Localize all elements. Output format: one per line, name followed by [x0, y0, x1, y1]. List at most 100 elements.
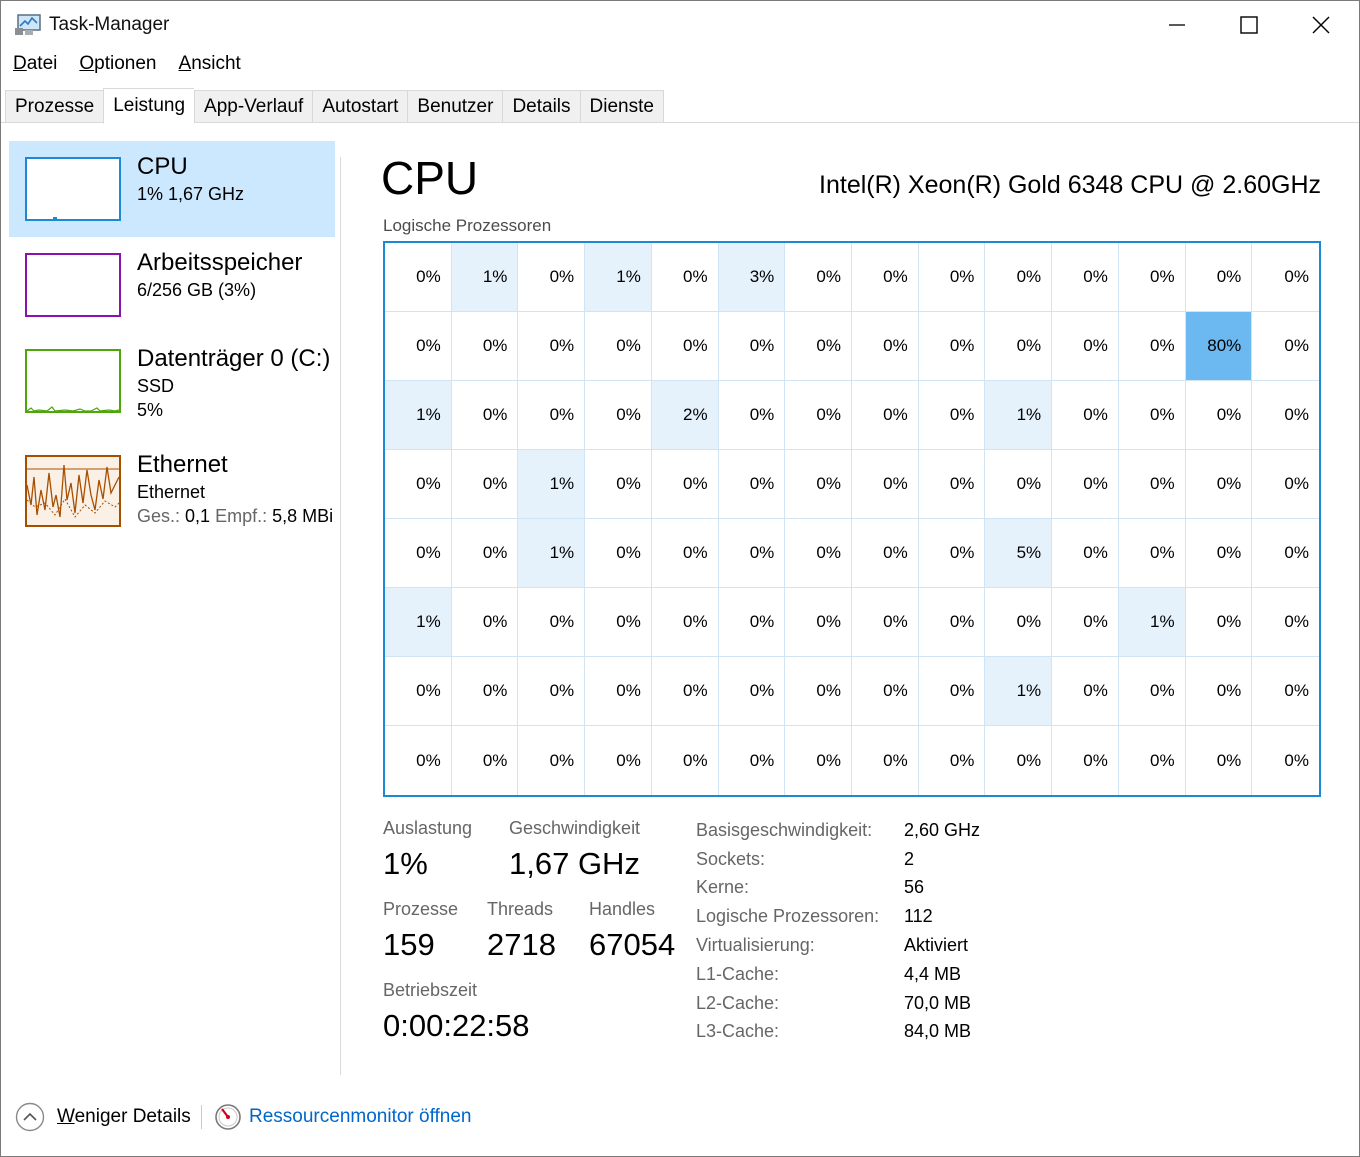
sidebar-ethernet-adapter: Ethernet: [137, 482, 206, 502]
menu-datei[interactable]: Datei: [13, 53, 57, 81]
ethernet-send-value: 0,1: [185, 506, 211, 526]
logical-processor-cell: 0%: [785, 519, 852, 588]
logical-processor-cell: 0%: [651, 312, 719, 381]
logical-processor-cell: 0%: [1252, 243, 1319, 312]
logical-processor-cell: 0%: [585, 381, 652, 450]
minimize-button[interactable]: [1141, 1, 1213, 49]
logical-processor-cell: 0%: [985, 243, 1053, 312]
sidebar-cpu-title: CPU: [137, 153, 188, 180]
info-row: Sockets: 2: [696, 845, 980, 874]
logical-processors-label: Logische Prozessoren: [383, 216, 552, 235]
title-bar[interactable]: Task-Manager: [1, 1, 1359, 49]
logical-processor-cell: 0%: [651, 588, 719, 657]
tab-app-verlauf[interactable]: App-Verlauf: [194, 90, 313, 123]
menu-bar: Datei Optionen Ansicht: [1, 53, 251, 81]
logical-processor-cell: 0%: [451, 312, 519, 381]
logical-processor-cell: 0%: [785, 312, 852, 381]
logical-processors-grid[interactable]: 0% 1% 0% 1% 0% 3% 0% 0% 0% 0% 0% 0% 0% 0% 0% 0% 0% 0% 0% 0%…: [383, 241, 1321, 797]
logical-processor-cell: 0%: [1052, 657, 1119, 726]
menu-optionen[interactable]: Optionen: [79, 53, 156, 81]
logical-processor-cell: 0%: [1118, 519, 1186, 588]
info-key: Kerne:: [696, 877, 750, 898]
logical-processor-cell: 0%: [718, 726, 786, 795]
tab-autostart[interactable]: Autostart: [312, 90, 408, 123]
tab-details[interactable]: Details: [502, 90, 580, 123]
close-button[interactable]: [1285, 1, 1357, 49]
info-value: 56: [904, 877, 925, 898]
cpu-thumbnail-graph: [25, 157, 121, 221]
logical-processor-cell: 0%: [918, 588, 986, 657]
tab-leistung[interactable]: Leistung: [103, 88, 195, 124]
logical-processor-cell: 1%: [985, 381, 1053, 450]
logical-processor-cell: 0%: [651, 519, 719, 588]
logical-processor-cell: 0%: [1052, 588, 1119, 657]
cpu-model-name: Intel(R) Xeon(R) Gold 6348 CPU @ 2.60GHz: [819, 171, 1321, 199]
logical-processor-cell: 0%: [718, 450, 786, 519]
logical-processor-cell: 0%: [518, 657, 586, 726]
logical-processor-cell: 0%: [1252, 312, 1319, 381]
logical-processor-cell: 0%: [451, 726, 519, 795]
logical-processor-cell: 0%: [585, 312, 652, 381]
logical-processor-cell: 0%: [651, 726, 719, 795]
logical-processor-cell: 0%: [852, 381, 919, 450]
logical-processor-cell: 0%: [385, 726, 452, 795]
logical-processor-cell: 0%: [918, 726, 986, 795]
sidebar-item-memory[interactable]: Arbeitsspeicher 6/256 GB (3%): [9, 237, 335, 333]
logical-processor-cell: 0%: [451, 588, 519, 657]
logical-processor-cell: 1%: [985, 657, 1053, 726]
sidebar-item-cpu[interactable]: CPU 1% 1,67 GHz: [9, 141, 335, 237]
ethernet-recv-value: 5,8 MBi: [272, 506, 334, 526]
info-value: 2: [904, 848, 915, 869]
logical-processor-cell: 0%: [985, 588, 1053, 657]
sidebar-item-ethernet[interactable]: Ethernet Ethernet Ges.: 0,1 Empf.: 5,8 M…: [9, 439, 335, 535]
maximize-button[interactable]: [1213, 1, 1285, 49]
logical-processor-cell: 0%: [518, 312, 586, 381]
logical-processor-cell: 0%: [918, 381, 986, 450]
logical-processor-cell: 1%: [518, 519, 586, 588]
taskmanager-icon: [15, 14, 41, 35]
menu-ansicht[interactable]: Ansicht: [179, 53, 241, 81]
sidebar-memory-sub: 6/256 GB (3%): [137, 280, 257, 300]
sidebar-item-disk[interactable]: Datenträger 0 (C:) SSD 5%: [9, 333, 335, 429]
tab-prozesse[interactable]: Prozesse: [5, 90, 104, 123]
logical-processor-cell: 0%: [918, 312, 986, 381]
sidebar-ethernet-throughput: Ges.: 0,1 Empf.: 5,8 MBi: [137, 506, 335, 527]
info-key: L1-Cache:: [696, 963, 780, 984]
processes-value: 159: [383, 927, 435, 962]
logical-processor-cell: 1%: [585, 243, 652, 312]
tab-bar: Prozesse Leistung App-Verlauf Autostart …: [5, 88, 664, 124]
uptime-label: Betriebszeit: [383, 980, 478, 1000]
chevron-up-circle-icon[interactable]: [15, 1102, 45, 1132]
info-value: 70,0 MB: [904, 992, 972, 1013]
logical-processor-cell: 0%: [985, 312, 1053, 381]
speed-label: Geschwindigkeit: [509, 818, 641, 838]
utilization-value: 1%: [383, 846, 428, 881]
logical-processor-cell: 1%: [385, 588, 452, 657]
logical-processor-cell: 0%: [852, 588, 919, 657]
logical-processor-cell: 0%: [1185, 588, 1253, 657]
logical-processor-cell: 0%: [1252, 519, 1319, 588]
resource-monitor-icon[interactable]: [214, 1103, 242, 1131]
logical-processor-cell: 1%: [451, 243, 519, 312]
logical-processor-cell: 2%: [651, 381, 719, 450]
logical-processor-cell: 0%: [785, 381, 852, 450]
resource-monitor-link[interactable]: Ressourcenmonitor öffnen: [249, 1106, 472, 1128]
logical-processor-cell: 0%: [1052, 519, 1119, 588]
info-value: 112: [904, 906, 933, 927]
info-row: Logische Prozessoren: 112: [696, 902, 980, 931]
logical-processor-cell: 0%: [1185, 519, 1253, 588]
logical-processor-cell: 0%: [651, 450, 719, 519]
logical-processor-cell: 0%: [852, 312, 919, 381]
info-row: Virtualisierung: Aktiviert: [696, 931, 980, 960]
info-row: L2-Cache: 70,0 MB: [696, 989, 980, 1018]
window-title: Task-Manager: [49, 14, 170, 35]
less-details-button[interactable]: Weniger Details: [57, 1106, 191, 1128]
tab-benutzer[interactable]: Benutzer: [407, 90, 503, 123]
logical-processor-cell: 0%: [1252, 657, 1319, 726]
logical-processor-cell: 0%: [518, 243, 586, 312]
logical-processor-cell: 0%: [1052, 726, 1119, 795]
tab-dienste[interactable]: Dienste: [579, 90, 664, 123]
logical-processor-cell: 0%: [518, 588, 586, 657]
logical-processor-cell: 0%: [1185, 381, 1253, 450]
info-value: 4,4 MB: [904, 963, 962, 984]
